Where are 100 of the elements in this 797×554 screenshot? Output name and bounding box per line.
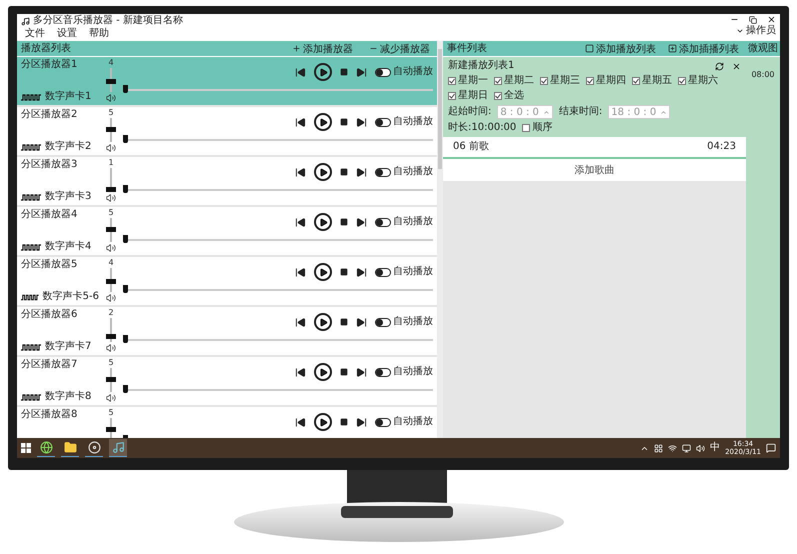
previous-button[interactable] (295, 166, 306, 178)
checkbox[interactable] (586, 77, 594, 85)
speaker-icon[interactable] (106, 393, 116, 403)
refresh-icon[interactable] (715, 62, 724, 70)
stop-button[interactable] (340, 318, 348, 326)
previous-button[interactable] (295, 116, 306, 128)
stop-button[interactable] (340, 418, 348, 426)
speaker-icon[interactable] (106, 243, 116, 253)
play-button[interactable] (314, 413, 332, 431)
progress-slider-thumb[interactable] (123, 185, 128, 193)
grid-icon[interactable] (654, 444, 664, 452)
caret-icon[interactable] (736, 27, 744, 35)
checkbox[interactable] (522, 124, 530, 132)
header-action-button[interactable]: 添加播放器 (289, 42, 356, 56)
next-button[interactable] (356, 416, 367, 428)
play-button[interactable] (314, 113, 332, 131)
previous-button[interactable] (295, 266, 306, 278)
taskbar-app[interactable] (85, 439, 103, 457)
next-button[interactable] (356, 66, 367, 78)
next-button[interactable] (356, 116, 367, 128)
next-button[interactable] (356, 266, 367, 278)
auto-play-toggle[interactable] (375, 68, 391, 76)
speaker-icon[interactable] (106, 143, 116, 153)
auto-play-toggle[interactable] (375, 168, 391, 176)
player-row[interactable]: 分区播放器5 数字声卡5-6 4 自动播放 (17, 257, 437, 307)
checkbox[interactable] (448, 92, 456, 100)
taskbar-app[interactable] (61, 439, 79, 457)
progress-slider-thumb[interactable] (123, 335, 128, 343)
volume-slider-thumb[interactable] (106, 79, 116, 84)
stop-button[interactable] (340, 118, 348, 126)
user-name[interactable]: 操作员 (746, 25, 776, 37)
close-icon[interactable] (767, 15, 776, 24)
next-button[interactable] (356, 366, 367, 378)
player-row[interactable]: 分区播放器3 数字声卡3 1 自动播放 (17, 157, 437, 207)
play-button[interactable] (314, 313, 332, 331)
stop-button[interactable] (340, 268, 348, 276)
play-button[interactable] (314, 63, 332, 81)
player-row[interactable]: 分区播放器4 数字声卡4 5 自动播放 (17, 207, 437, 257)
next-button[interactable] (356, 166, 367, 178)
previous-button[interactable] (295, 416, 306, 428)
progress-slider-thumb[interactable] (123, 385, 128, 393)
next-button[interactable] (356, 316, 367, 328)
scrollbar[interactable] (437, 41, 443, 438)
stop-button[interactable] (340, 68, 348, 76)
volume-slider-thumb[interactable] (106, 334, 116, 340)
speaker-icon[interactable] (106, 193, 116, 203)
menu-item[interactable]: 设置 (53, 28, 81, 40)
volume-slider-thumb[interactable] (106, 186, 116, 192)
auto-play-toggle[interactable] (375, 268, 391, 276)
taskbar-app[interactable] (37, 439, 55, 457)
play-button[interactable] (314, 213, 332, 231)
menu-item[interactable]: 文件 (21, 28, 49, 40)
play-button[interactable] (314, 163, 332, 181)
progress-slider-thumb[interactable] (123, 235, 128, 243)
volume-slider-thumb[interactable] (106, 127, 116, 132)
header-action-button[interactable]: 添加插播列表 (665, 42, 742, 56)
checkbox[interactable] (448, 77, 456, 85)
auto-play-toggle[interactable] (375, 218, 391, 226)
notification-icon[interactable] (766, 443, 776, 453)
player-row[interactable]: 分区播放器1 数字声卡1 4 自动播放 (17, 57, 437, 107)
volume-slider-thumb[interactable] (106, 377, 116, 382)
speaker-icon[interactable] (106, 293, 116, 303)
previous-button[interactable] (295, 216, 306, 228)
play-button[interactable] (314, 263, 332, 281)
volume-slider-thumb[interactable] (106, 279, 116, 284)
player-row[interactable]: 分区播放器7 数字声卡8 5 自动播放 (17, 357, 437, 407)
checkbox[interactable] (494, 77, 502, 85)
checkbox[interactable] (494, 92, 502, 100)
header-action-button[interactable]: 添加播放列表 (582, 42, 659, 56)
progress-slider-thumb[interactable] (123, 85, 128, 93)
song-row[interactable]: 06 前歌 04:23 (443, 137, 746, 159)
player-row[interactable]: 分区播放器2 数字声卡2 5 自动播放 (17, 107, 437, 157)
volume-slider-thumb[interactable] (106, 227, 116, 232)
play-button[interactable] (314, 363, 332, 381)
input-method-indicator[interactable]: 中 (710, 442, 720, 454)
auto-play-toggle[interactable] (375, 318, 391, 326)
player-row[interactable]: 分区播放器6 数字声卡7 2 自动播放 (17, 307, 437, 357)
auto-play-toggle[interactable] (375, 368, 391, 376)
auto-play-toggle[interactable] (375, 118, 391, 126)
stop-button[interactable] (340, 168, 348, 176)
previous-button[interactable] (295, 66, 306, 78)
auto-play-toggle[interactable] (375, 418, 391, 426)
previous-button[interactable] (295, 366, 306, 378)
wifi-icon[interactable] (668, 444, 678, 452)
progress-slider-thumb[interactable] (123, 135, 128, 143)
progress-slider-thumb[interactable] (123, 285, 128, 293)
stop-button[interactable] (340, 368, 348, 376)
close-icon[interactable] (732, 62, 741, 70)
speaker-icon[interactable] (106, 93, 116, 103)
next-button[interactable] (356, 216, 367, 228)
restore-icon[interactable] (749, 16, 757, 24)
checkbox[interactable] (540, 77, 548, 85)
checkbox[interactable] (678, 77, 686, 85)
speaker-icon[interactable] (106, 343, 116, 353)
windows-start-icon[interactable] (21, 443, 31, 453)
header-action-button[interactable]: 减少播放器 (366, 42, 433, 56)
previous-button[interactable] (295, 316, 306, 328)
volume-slider-thumb[interactable] (106, 427, 116, 432)
stop-button[interactable] (340, 218, 348, 226)
speaker-icon[interactable] (696, 444, 706, 452)
